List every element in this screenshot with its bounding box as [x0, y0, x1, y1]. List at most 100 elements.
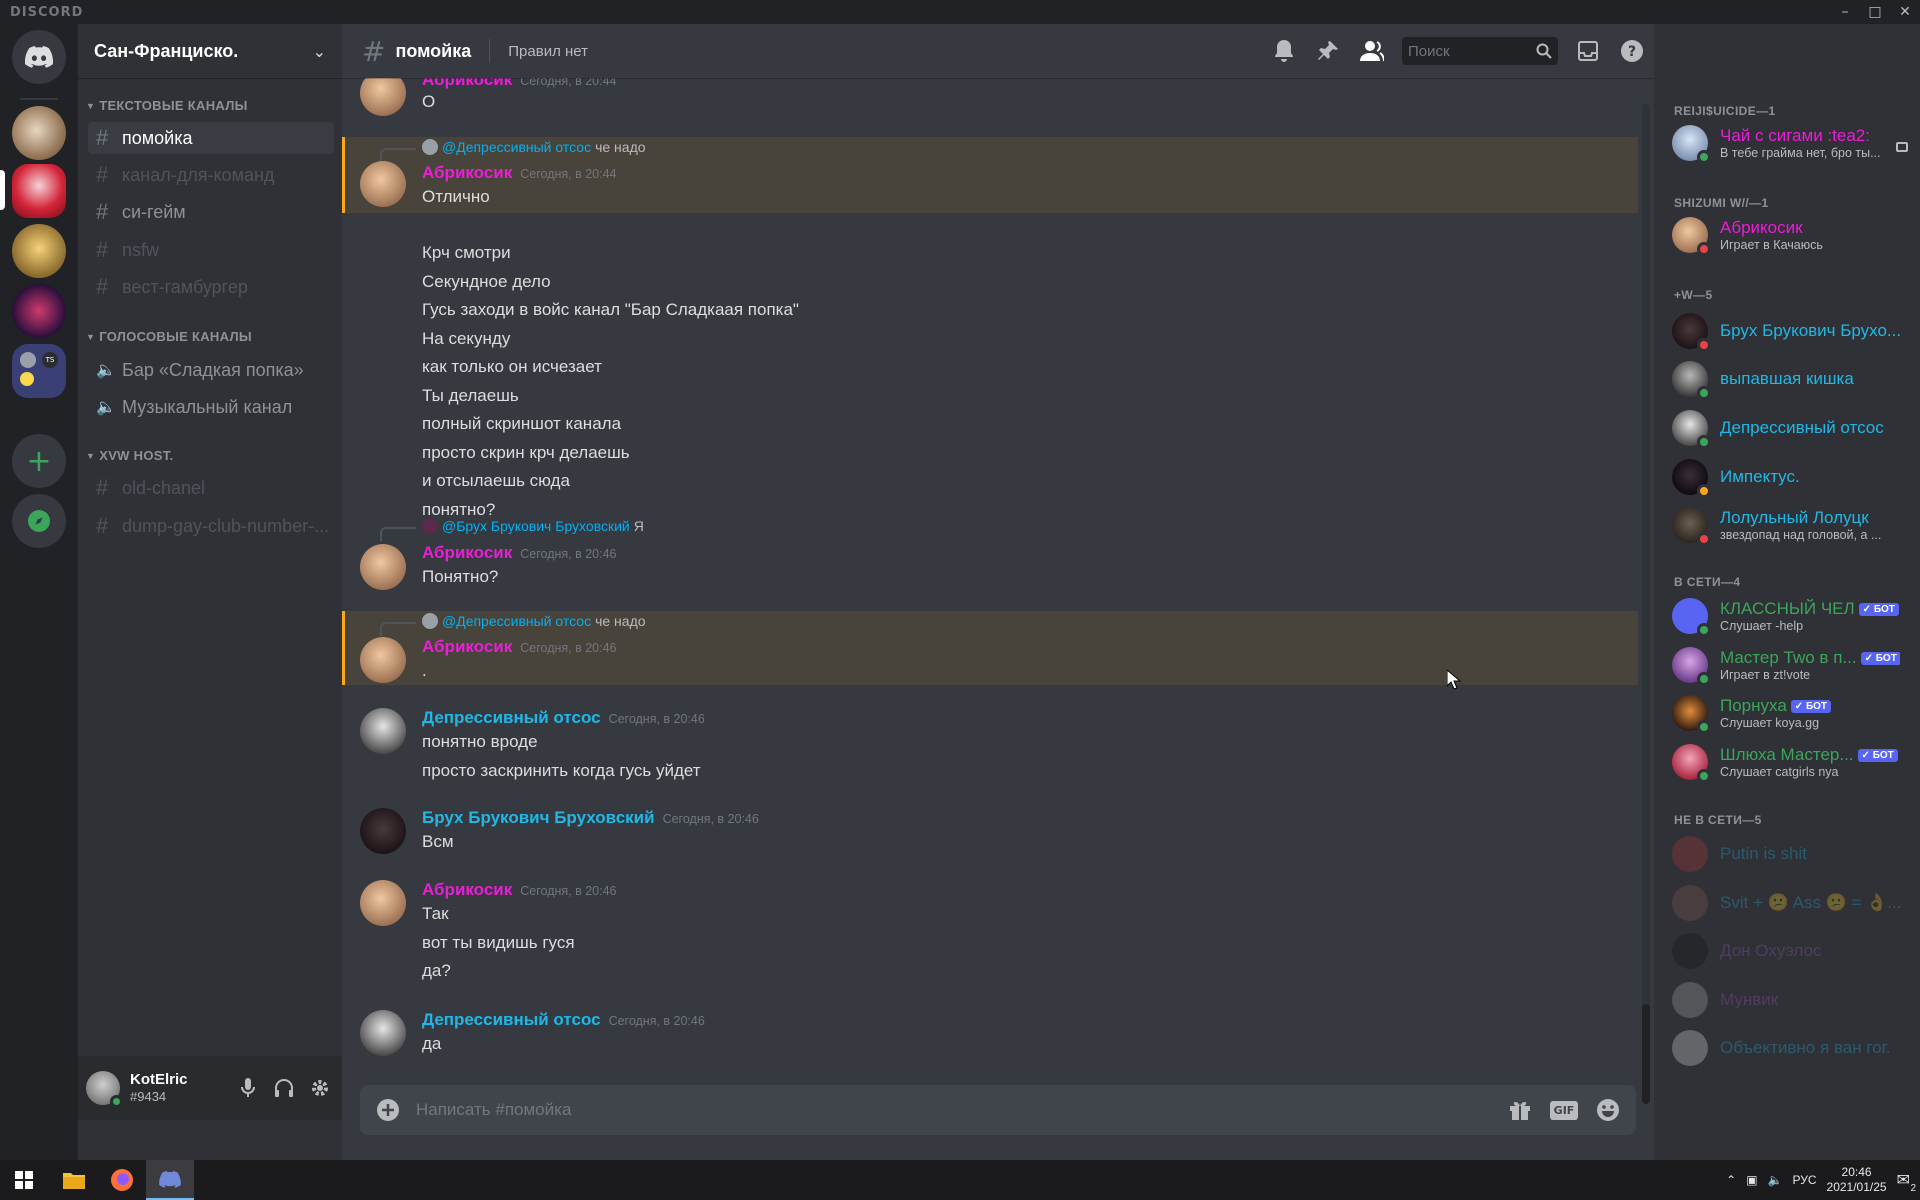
channel-nsfw[interactable]: # nsfw	[88, 234, 334, 266]
server-icon-cat[interactable]	[12, 106, 66, 160]
member-avatar	[1672, 885, 1708, 921]
language-indicator[interactable]: РУС	[1793, 1173, 1817, 1187]
member-item[interactable]: Мунвик	[1672, 977, 1912, 1023]
voice-channel-music[interactable]: 🔈 Музыкальный канал	[88, 391, 334, 423]
emoji-icon[interactable]	[1586, 1085, 1630, 1135]
settings-gear-icon[interactable]	[304, 1072, 336, 1104]
server-icon-active[interactable]	[12, 164, 66, 218]
help-icon[interactable]: ?	[1610, 24, 1654, 78]
maximize-button[interactable]: □	[1860, 0, 1890, 24]
server-icon-gold[interactable]	[12, 224, 66, 278]
headphones-icon[interactable]	[268, 1072, 300, 1104]
member-item[interactable]: Лолульный Лолуцк звездопад над головой, а…	[1672, 502, 1912, 548]
reply-mention[interactable]: @Депрессивный отсос	[442, 613, 591, 629]
gift-icon[interactable]	[1498, 1085, 1542, 1135]
message-author[interactable]: Абрикосик	[422, 543, 512, 563]
member-item[interactable]: Мастер Two в п... ✓ БОТ Играет в zt!vote	[1672, 642, 1912, 688]
user-avatar[interactable]	[86, 1071, 123, 1108]
member-avatar	[1672, 933, 1708, 969]
message-author[interactable]: Абрикосик	[422, 880, 512, 900]
reply-mention[interactable]: @Депрессивный отсос	[442, 139, 591, 155]
chevron-up-icon[interactable]: ⌃	[1726, 1173, 1736, 1187]
author-avatar[interactable]	[360, 78, 406, 116]
author-avatar[interactable]	[360, 708, 406, 754]
microphone-icon[interactable]	[232, 1072, 264, 1104]
category-xvw-host[interactable]: ▼ XVW HOST.	[86, 448, 173, 463]
home-button[interactable]	[12, 30, 66, 84]
member-list-icon[interactable]	[1350, 24, 1394, 78]
member-item[interactable]: Импектус.	[1672, 454, 1912, 500]
message-timestamp: Сегодня, в 20:46	[608, 712, 705, 726]
channel-west-hamburger[interactable]: # вест-гамбургер	[88, 271, 334, 303]
member-avatar	[1672, 695, 1711, 734]
message-author[interactable]: Депрессивный отсос	[422, 708, 601, 728]
server-folder[interactable]: TS	[12, 344, 66, 398]
category-voice-channels[interactable]: ▼ ГОЛОСОВЫЕ КАНАЛЫ	[86, 329, 252, 344]
member-item[interactable]: КЛАССНЫЙ ЧЕЛ ✓ БОТ Слушает -help	[1672, 593, 1912, 639]
voice-channel-bar[interactable]: 🔈 Бар «Сладкая попка»	[88, 354, 334, 386]
author-avatar[interactable]	[360, 637, 406, 683]
author-avatar[interactable]	[360, 880, 406, 926]
channel-pomoyka[interactable]: # помойка	[88, 122, 334, 154]
discord-taskbar-icon[interactable]	[146, 1160, 194, 1200]
message-author[interactable]: Абрикосик	[422, 637, 512, 657]
file-explorer-icon[interactable]	[50, 1160, 98, 1200]
reply-preview[interactable]: Я	[634, 518, 644, 534]
search-input[interactable]	[1408, 42, 1528, 60]
pin-icon[interactable]	[1306, 24, 1350, 78]
bot-badge: ✓ БОТ	[1857, 748, 1898, 762]
minimize-button[interactable]: –	[1830, 0, 1860, 24]
message-author[interactable]: Депрессивный отсос	[422, 1010, 601, 1030]
author-avatar[interactable]	[360, 808, 406, 854]
chevron-down-icon: ⌄	[312, 41, 326, 61]
channel-dump-gay-club[interactable]: # dump-gay-club-number-...	[88, 510, 334, 542]
member-item[interactable]: Объективно я ван гог.	[1672, 1025, 1912, 1071]
author-avatar[interactable]	[360, 544, 406, 590]
member-item[interactable]: Абрикосик Играет в Качаюсь	[1672, 212, 1912, 258]
member-item[interactable]: Брух Брукович Брухо...	[1672, 308, 1912, 354]
channel-old-chanel[interactable]: # old-chanel	[88, 472, 334, 504]
author-avatar[interactable]	[360, 161, 406, 207]
message-author[interactable]: Абрикосик	[422, 78, 512, 90]
author-avatar[interactable]	[360, 1010, 406, 1056]
scrollbar-thumb[interactable]	[1642, 1004, 1650, 1104]
server-icon-neon[interactable]	[12, 284, 66, 338]
explore-servers-button[interactable]	[12, 494, 66, 548]
windows-start-icon[interactable]	[0, 1160, 48, 1200]
message-timestamp: Сегодня, в 20:46	[520, 641, 617, 655]
chevron-down-icon: ▼	[86, 450, 96, 461]
gif-icon[interactable]: GIF	[1542, 1085, 1586, 1135]
reply-preview[interactable]: че надо	[595, 139, 645, 155]
member-item[interactable]: Депрессивный отсос	[1672, 405, 1912, 451]
server-header[interactable]: Сан-Франциско. ⌄	[78, 24, 342, 78]
channel-kanal-dlya-komand[interactable]: # канал-для-команд	[88, 159, 334, 191]
member-item[interactable]: выпавшая кишка	[1672, 356, 1912, 402]
member-item[interactable]: Порнуха ✓ БОТ Слушает koya.gg	[1672, 690, 1912, 736]
network-icon[interactable]: ▣	[1746, 1173, 1757, 1187]
upload-plus-icon[interactable]	[360, 1098, 416, 1122]
member-item[interactable]: Svit + 😕 Ass 😕 = 👌...	[1672, 880, 1912, 926]
member-item[interactable]: Дон Охуэлос	[1672, 928, 1912, 974]
add-server-button[interactable]: +	[12, 434, 66, 488]
message-input[interactable]	[416, 1100, 1498, 1120]
member-item[interactable]: Чай с сигами :tea2: В тебе грайма нет, бр…	[1672, 120, 1912, 166]
search-field[interactable]	[1402, 37, 1558, 65]
member-item[interactable]: Putin is shit	[1672, 831, 1912, 877]
notification-bell-icon[interactable]	[1262, 24, 1306, 78]
server-name: Сан-Франциско.	[94, 40, 239, 61]
scrollbar-track[interactable]	[1642, 104, 1650, 1104]
volume-icon[interactable]: 🔈	[1768, 1173, 1783, 1187]
inbox-icon[interactable]	[1566, 24, 1610, 78]
firefox-icon[interactable]	[98, 1160, 146, 1200]
clock[interactable]: 20:46 2021/01/25	[1827, 1165, 1887, 1195]
member-item[interactable]: Шлюха Мастер... ✓ БОТ Слушает catgirls nya	[1672, 739, 1912, 785]
notification-center-icon[interactable]: ✉ 2	[1897, 1170, 1916, 1194]
channel-si-game[interactable]: # си-гейм	[88, 196, 334, 228]
message-author[interactable]: Абрикосик	[422, 163, 512, 183]
message-author[interactable]: Брух Брукович Бруховский	[422, 808, 655, 828]
reply-preview[interactable]: че надо	[595, 613, 645, 629]
message-text: Гусь заходи в войс канал "Бар Сладкаая п…	[422, 300, 799, 319]
category-text-channels[interactable]: ▼ ТЕКСТОВЫЕ КАНАЛЫ	[86, 98, 248, 113]
reply-mention[interactable]: @Брух Брукович Бруховский	[442, 518, 630, 534]
close-window-button[interactable]: ✕	[1890, 0, 1920, 24]
